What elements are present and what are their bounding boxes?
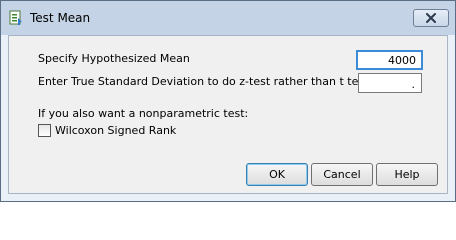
test-mean-dialog: Test Mean Specify Hypothesized Mean Ente… [0,0,456,202]
jmp-dialog-icon [9,10,23,26]
wilcoxon-label[interactable]: Wilcoxon Signed Rank [55,124,176,137]
cancel-button[interactable]: Cancel [311,163,373,186]
close-icon [426,13,436,23]
title-bar[interactable]: Test Mean [1,1,455,35]
close-button[interactable] [413,9,449,27]
nonparametric-label: If you also want a nonparametric test: [38,107,249,120]
window-title: Test Mean [30,11,91,25]
help-button[interactable]: Help [376,163,438,186]
dialog-content: Specify Hypothesized Mean Enter True Sta… [8,35,448,194]
ok-button[interactable]: OK [246,163,308,186]
true-sd-label: Enter True Standard Deviation to do z-te… [38,75,369,88]
hypothesized-mean-input[interactable] [356,50,423,70]
wilcoxon-checkbox[interactable] [38,124,51,137]
true-sd-input[interactable] [358,73,422,93]
hypothesized-mean-label: Specify Hypothesized Mean [38,52,190,65]
